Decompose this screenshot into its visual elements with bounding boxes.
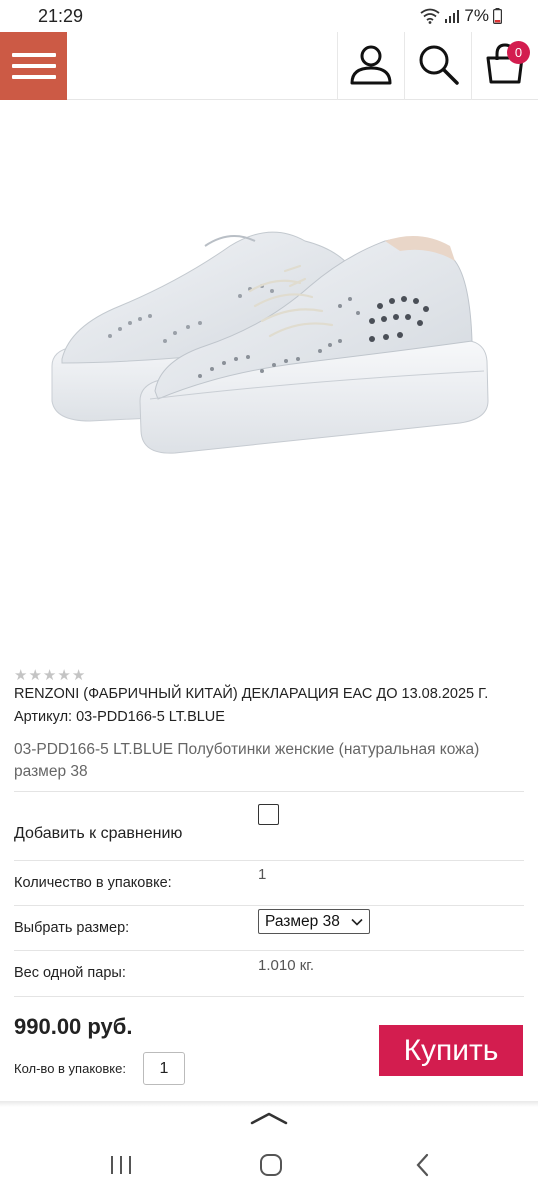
size-selected-value: Размер 38 bbox=[265, 912, 340, 930]
back-icon bbox=[414, 1153, 432, 1182]
battery-icon bbox=[493, 8, 502, 24]
product-title: 03-PDD166-5 LT.BLUE Полуботинки женские … bbox=[14, 741, 480, 780]
user-icon bbox=[348, 41, 394, 92]
divider bbox=[14, 791, 524, 792]
back-button[interactable] bbox=[403, 1152, 443, 1182]
brand-line: RENZONI (ФАБРИЧНЫЙ КИТАЙ) ДЕКЛАРАЦИЯ ЕАС… bbox=[14, 686, 489, 702]
site-header: 0 bbox=[0, 32, 538, 100]
buy-button[interactable]: Купить bbox=[379, 1025, 523, 1076]
divider bbox=[14, 905, 524, 906]
search-button[interactable] bbox=[404, 32, 471, 100]
status-icons: 7% bbox=[420, 6, 502, 26]
chevron-up-icon[interactable] bbox=[250, 1110, 288, 1131]
pack-qty-value: 1 bbox=[258, 866, 267, 883]
weight-label: Вес одной пары: bbox=[14, 965, 126, 981]
weight-value: 1.010 кг. bbox=[258, 957, 315, 974]
battery-percent: 7% bbox=[464, 6, 489, 25]
recent-apps-icon bbox=[109, 1154, 133, 1181]
search-icon bbox=[416, 42, 460, 91]
star-icon: ★ bbox=[57, 667, 71, 684]
star-icon: ★ bbox=[14, 667, 28, 684]
star-icon: ★ bbox=[42, 667, 57, 684]
account-button[interactable] bbox=[337, 32, 404, 100]
divider bbox=[14, 860, 524, 861]
system-nav-bar bbox=[0, 1140, 538, 1200]
recent-apps-button[interactable] bbox=[101, 1152, 141, 1182]
divider bbox=[14, 950, 524, 951]
qty-input-label: Кол-во в упаковке: bbox=[14, 1061, 126, 1076]
price: 990.00 руб. bbox=[14, 1014, 133, 1039]
rating-stars: ★ ★ ★ ★ ★ bbox=[14, 668, 85, 684]
menu-button[interactable] bbox=[0, 32, 67, 100]
product-image[interactable] bbox=[0, 101, 538, 656]
home-button[interactable] bbox=[251, 1152, 291, 1182]
divider bbox=[14, 996, 524, 997]
size-select[interactable]: Размер 38 bbox=[258, 909, 370, 934]
status-time: 21:29 bbox=[38, 6, 84, 26]
size-label: Выбрать размер: bbox=[14, 920, 130, 936]
compare-checkbox[interactable] bbox=[258, 804, 279, 825]
cart-button[interactable]: 0 bbox=[471, 32, 538, 100]
menu-icon bbox=[11, 46, 56, 86]
quantity-input[interactable]: 1 bbox=[143, 1052, 185, 1085]
cart-count-badge: 0 bbox=[507, 41, 530, 64]
pack-qty-label: Количество в упаковке: bbox=[14, 875, 172, 891]
star-icon: ★ bbox=[28, 667, 42, 684]
bottom-divider bbox=[0, 1101, 538, 1107]
chevron-down-icon bbox=[350, 915, 364, 934]
sku-line: Артикул: 03-PDD166-5 LT.BLUE bbox=[14, 709, 225, 725]
status-bar: 21:29 7% bbox=[0, 0, 538, 32]
wifi-icon bbox=[420, 8, 440, 24]
star-icon: ★ bbox=[71, 667, 86, 684]
signal-icon bbox=[444, 8, 460, 24]
home-icon bbox=[259, 1153, 283, 1182]
compare-label: Добавить к сравнению bbox=[14, 825, 183, 842]
